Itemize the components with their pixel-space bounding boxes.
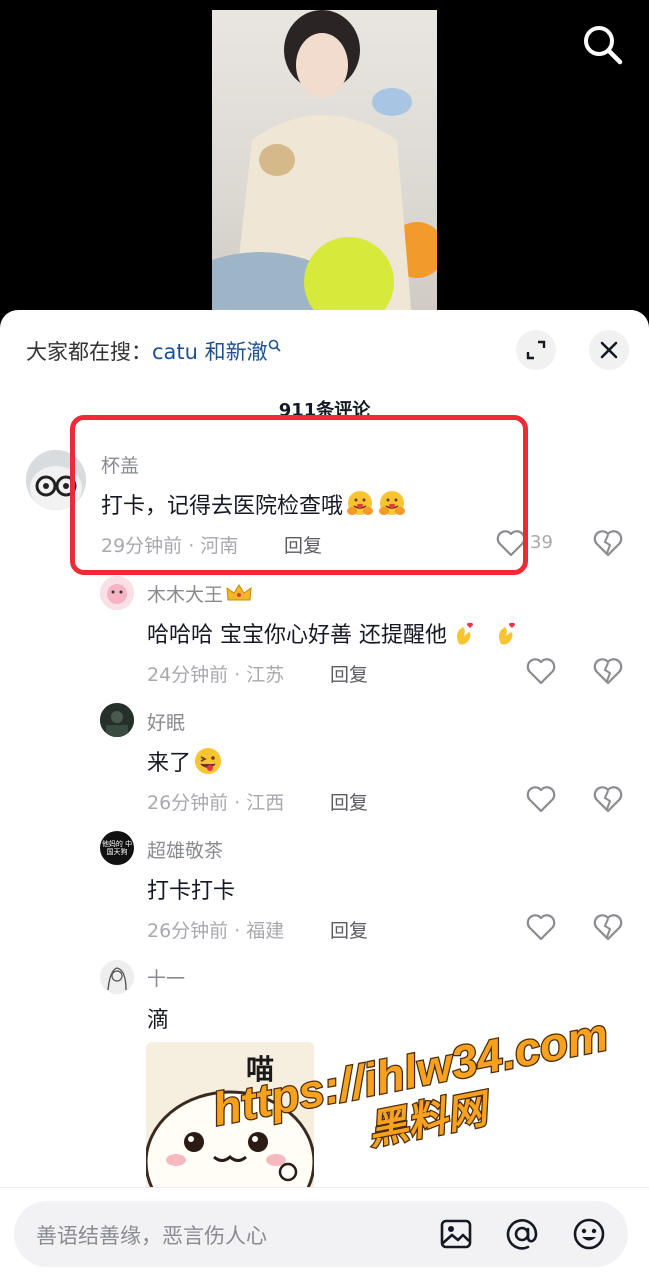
heart-icon[interactable]	[526, 657, 556, 685]
broken-heart-icon[interactable]	[593, 785, 623, 813]
expand-icon	[526, 340, 546, 360]
comment-username[interactable]: 超雄敬茶	[147, 836, 223, 863]
comment-time-location: 26分钟前 · 福建	[147, 920, 285, 942]
close-button[interactable]	[589, 330, 629, 370]
comment-input-placeholder: 善语结善缘，恶言伤人心	[36, 1224, 267, 1248]
comment-sheet: 大家都在搜：catu 和新澈 911条评论 杯盖 打卡，记得去医院检查哦 29分…	[0, 310, 649, 1280]
avatar[interactable]: 他妈的 中国天狗	[100, 831, 134, 865]
comment-input-bar: 善语结善缘，恶言伤人心	[0, 1187, 649, 1281]
avatar-image	[100, 960, 134, 994]
emoji-icon[interactable]	[571, 1216, 607, 1252]
avatar[interactable]	[100, 960, 134, 994]
finger-heart-emoji-icon	[457, 622, 474, 645]
avatar-image	[100, 703, 134, 737]
like-count: 39	[530, 532, 553, 553]
video-thumbnail[interactable]	[212, 10, 437, 320]
comment-text: 哈哈哈 宝宝你心好善 还提醒他	[147, 617, 521, 649]
reply-button[interactable]: 回复	[330, 788, 368, 815]
image-icon[interactable]	[438, 1216, 474, 1252]
watermark-graphic: https://ihlw34.com 黑料网	[207, 1007, 613, 1155]
hot-search-prefix: 大家都在搜：	[26, 340, 152, 364]
highlight-box	[70, 415, 528, 575]
avatar-image	[100, 576, 134, 610]
comment-username[interactable]: 十一	[147, 964, 185, 991]
wink-tongue-emoji-icon	[195, 748, 222, 774]
comment-username-text: 木木大王	[147, 584, 224, 606]
hot-search-keyword[interactable]: catu 和新澈	[152, 340, 268, 364]
avatar[interactable]	[100, 576, 134, 610]
comment-text: 滴	[147, 1008, 170, 1033]
watermark: https://ihlw34.com 黑料网	[200, 1007, 640, 1158]
heart-icon[interactable]	[526, 785, 556, 813]
broken-heart-icon[interactable]	[593, 657, 623, 685]
reply-button[interactable]: 回复	[330, 916, 368, 943]
comment-username[interactable]: 好眠	[147, 708, 185, 735]
comment-input[interactable]: 善语结善缘，恶言伤人心	[14, 1201, 628, 1267]
video-image	[212, 10, 437, 320]
hot-search[interactable]: 大家都在搜：catu 和新澈	[26, 336, 282, 366]
reply-button[interactable]: 回复	[330, 660, 368, 687]
finger-heart-emoji-icon	[499, 622, 516, 645]
close-icon	[600, 341, 618, 359]
expand-button[interactable]	[516, 330, 556, 370]
search-icon	[584, 26, 623, 65]
crown-emoji-icon	[226, 584, 252, 601]
video-area[interactable]	[0, 0, 649, 330]
comment-text-body: 来了	[147, 751, 192, 776]
small-search-icon	[268, 339, 281, 352]
comment-text: 打卡打卡	[147, 879, 236, 904]
comment-text: 来了	[147, 745, 223, 777]
search-button[interactable]	[580, 22, 626, 68]
comment-time-location: 24分钟前 · 江苏	[147, 664, 285, 686]
comment-username[interactable]: 木木大王	[147, 580, 253, 607]
broken-heart-icon[interactable]	[593, 913, 623, 941]
broken-heart-icon[interactable]	[593, 529, 623, 557]
heart-icon[interactable]	[526, 913, 556, 941]
avatar-text: 他妈的 中国天狗	[101, 840, 133, 856]
comment-text-body: 哈哈哈 宝宝你心好善 还提醒他	[147, 623, 447, 648]
at-icon[interactable]	[504, 1216, 540, 1252]
comment-time-location: 26分钟前 · 江西	[147, 792, 285, 814]
avatar[interactable]	[100, 703, 134, 737]
